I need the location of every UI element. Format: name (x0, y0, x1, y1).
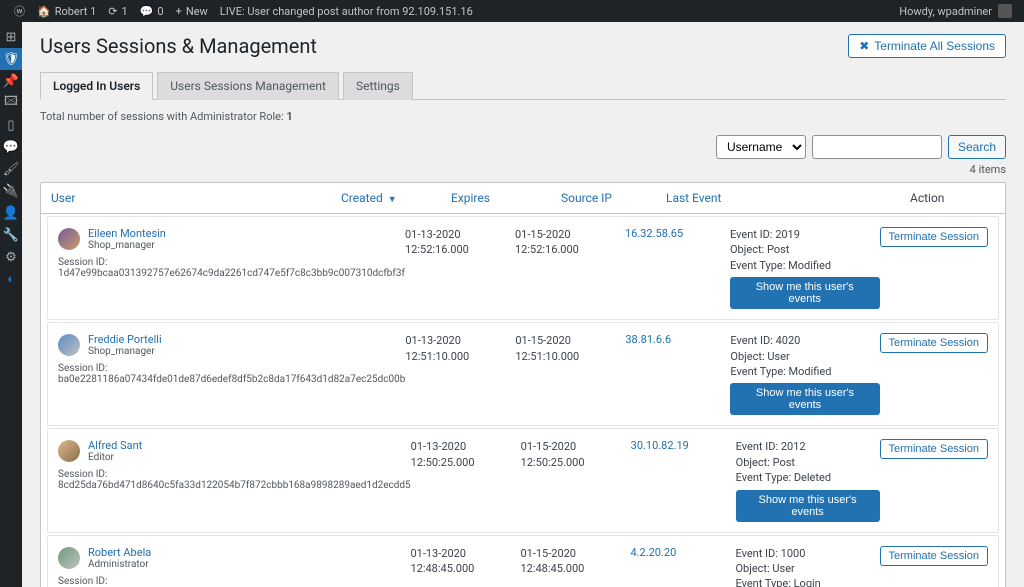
sessions-table: User Created ▼ Expires Source IP Last Ev… (40, 182, 1006, 587)
plugins-icon[interactable]: 🔌 (0, 180, 22, 202)
pin-icon[interactable]: 📌 (0, 70, 22, 92)
comments-count: 0 (157, 5, 163, 18)
session-id-label: Session ID: 1d47e99bcaa031392757e62674c9… (58, 257, 405, 279)
event-cell: Event ID: 2019 Object: Post Event Type: … (730, 227, 880, 309)
search-filter-select[interactable]: Username (716, 135, 806, 159)
expires-cell: 01-15-202012:48:45.000 (520, 546, 630, 587)
site-link[interactable]: 🏠 Robert 1 (31, 5, 102, 18)
comments-icon[interactable]: 💬 (0, 136, 22, 158)
created-cell: 01-13-202012:48:45.000 (410, 546, 520, 587)
profile-link[interactable]: Howdy, wpadminer (893, 4, 1016, 18)
new-label: New (186, 5, 208, 18)
created-cell: 01-13-202012:51:10.000 (405, 333, 515, 415)
ip-link[interactable]: 16.32.58.65 (625, 227, 683, 240)
ip-link[interactable]: 4.2.20.20 (630, 546, 676, 559)
table-row: Eileen Montesin Shop_manager Session ID:… (47, 216, 999, 320)
dashboard-icon[interactable]: ⊞ (0, 26, 22, 48)
created-cell: 01-13-202012:52:16.000 (405, 227, 515, 309)
session-id-label: Session ID: 8cd25da76bd471d8640c5fa33d12… (58, 469, 411, 491)
user-name-link[interactable]: Alfred Sant (88, 439, 142, 452)
search-input[interactable] (812, 135, 942, 159)
show-events-button[interactable]: Show me this user's events (730, 277, 880, 309)
expires-cell: 01-15-202012:50:25.000 (521, 439, 631, 521)
page-title: Users Sessions & Management (40, 34, 317, 58)
howdy-label: Howdy, wpadminer (899, 5, 992, 18)
user-name-link[interactable]: Robert Abela (88, 546, 151, 559)
comments-link[interactable]: 💬 0 (134, 5, 170, 18)
items-count-top: 4 items (40, 163, 1006, 176)
users-icon[interactable]: 👤 (0, 202, 22, 224)
user-name-link[interactable]: Eileen Montesin (88, 227, 166, 240)
search-row: Username Search (40, 135, 1006, 159)
tab-0[interactable]: Logged In Users (40, 72, 153, 100)
collapse-icon[interactable]: ◐ (0, 268, 22, 290)
table-header: User Created ▼ Expires Source IP Last Ev… (41, 183, 1005, 214)
terminate-all-button[interactable]: ✖ Terminate All Sessions (848, 34, 1006, 58)
event-cell: Event ID: 2012 Object: Post Event Type: … (736, 439, 880, 521)
user-role-label: Shop_manager (88, 346, 162, 357)
event-cell: Event ID: 4020 Object: User Event Type: … (730, 333, 879, 415)
wp-logo[interactable]: ⓦ (8, 3, 31, 19)
expires-cell: 01-15-202012:51:10.000 (515, 333, 625, 415)
col-ip[interactable]: Source IP (561, 191, 666, 205)
terminate-session-button[interactable]: Terminate Session (880, 439, 989, 459)
updates-link[interactable]: ⟳ 1 (102, 5, 133, 18)
col-created-label: Created (341, 191, 383, 205)
user-name-link[interactable]: Freddie Portelli (88, 333, 162, 346)
tools-icon[interactable]: 🔧 (0, 224, 22, 246)
show-events-button[interactable]: Show me this user's events (736, 490, 880, 522)
event-cell: Event ID: 1000 Object: User Event Type: … (735, 546, 879, 587)
terminate-session-button[interactable]: Terminate Session (880, 333, 989, 353)
col-created[interactable]: Created ▼ (341, 191, 451, 205)
col-expires[interactable]: Expires (451, 191, 561, 205)
terminate-session-button[interactable]: Terminate Session (880, 546, 989, 566)
avatar-icon (998, 4, 1012, 18)
session-id-label: Session ID: b10bc0c802366da048ca03b1f9d4… (58, 576, 410, 587)
settings-icon[interactable]: ⚙ (0, 246, 22, 268)
avatar (58, 547, 80, 569)
total-sessions-label: Total number of sessions with Administra… (40, 110, 286, 123)
media-icon[interactable]: 🖾 (0, 92, 22, 114)
tab-2[interactable]: Settings (343, 72, 413, 100)
table-row: Alfred Sant Editor Session ID: 8cd25da76… (47, 428, 999, 532)
plugin-icon[interactable]: 🛡 (0, 48, 22, 70)
created-cell: 01-13-202012:50:25.000 (411, 439, 521, 521)
show-events-button[interactable]: Show me this user's events (730, 383, 879, 415)
total-sessions-count: 1 (286, 110, 292, 123)
site-name-label: Robert 1 (55, 5, 97, 18)
ip-link[interactable]: 38.81.6.6 (625, 333, 671, 346)
avatar (58, 228, 80, 250)
pages-icon[interactable]: ▯ (0, 114, 22, 136)
table-row: Freddie Portelli Shop_manager Session ID… (47, 322, 999, 426)
live-notification[interactable]: LIVE: User changed post author from 92.1… (214, 5, 479, 18)
tab-1[interactable]: Users Sessions Management (157, 72, 339, 100)
admin-bar: ⓦ 🏠 Robert 1 ⟳ 1 💬 0 + New LIVE: User ch… (0, 0, 1024, 22)
avatar (58, 440, 80, 462)
col-event[interactable]: Last Event (666, 191, 910, 205)
new-content-link[interactable]: + New (170, 5, 214, 18)
sort-desc-icon: ▼ (388, 195, 397, 205)
appearance-icon[interactable]: 🖌 (0, 158, 22, 180)
terminate-session-button[interactable]: Terminate Session (880, 227, 989, 247)
main-content: Users Sessions & Management ✖ Terminate … (22, 22, 1024, 587)
user-role-label: Shop_manager (88, 240, 166, 251)
session-id-label: Session ID: ba0e2281186a07434fde01de87d6… (58, 363, 405, 385)
search-button[interactable]: Search (948, 135, 1006, 159)
tabs: Logged In UsersUsers Sessions Management… (40, 72, 1006, 100)
updates-count: 1 (122, 5, 128, 18)
user-role-label: Editor (88, 452, 142, 463)
user-role-label: Administrator (88, 559, 151, 570)
total-sessions-line: Total number of sessions with Administra… (40, 110, 1006, 123)
avatar (58, 334, 80, 356)
ip-link[interactable]: 30.10.82.19 (631, 439, 689, 452)
admin-sidebar: ⊞ 🛡 📌 🖾 ▯ 💬 🖌 🔌 👤 🔧 ⚙ ◐ (0, 22, 22, 587)
col-action: Action (910, 191, 995, 205)
col-user[interactable]: User (51, 191, 341, 205)
expires-cell: 01-15-202012:52:16.000 (515, 227, 625, 309)
close-icon: ✖ (859, 39, 869, 53)
terminate-all-label: Terminate All Sessions (874, 39, 995, 53)
table-row: Robert Abela Administrator Session ID: b… (47, 535, 999, 587)
